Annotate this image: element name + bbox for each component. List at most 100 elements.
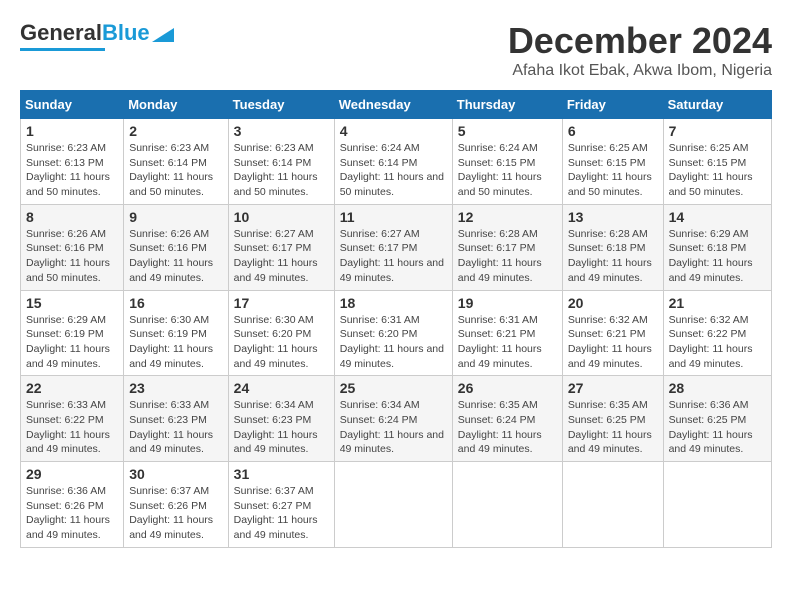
page-header: GeneralBlue December 2024 Afaha Ikot Eba… [20, 20, 772, 80]
sunset-label: Sunset: 6:15 PM [568, 157, 646, 169]
daylight-label: Daylight: 11 hours and 49 minutes. [340, 429, 444, 456]
day-info: Sunrise: 6:36 AM Sunset: 6:26 PM Dayligh… [26, 484, 118, 543]
daylight-label: Daylight: 11 hours and 49 minutes. [568, 429, 652, 456]
day-info: Sunrise: 6:28 AM Sunset: 6:18 PM Dayligh… [568, 227, 658, 286]
sunset-label: Sunset: 6:19 PM [129, 328, 207, 340]
day-number: 18 [340, 295, 447, 311]
daylight-label: Daylight: 11 hours and 49 minutes. [458, 429, 542, 456]
daylight-label: Daylight: 11 hours and 50 minutes. [340, 171, 444, 198]
sunrise-label: Sunrise: 6:23 AM [234, 142, 314, 154]
sunrise-label: Sunrise: 6:28 AM [568, 228, 648, 240]
day-number: 25 [340, 380, 447, 396]
main-title: December 2024 [508, 20, 772, 62]
table-row [452, 462, 562, 548]
table-row: 8 Sunrise: 6:26 AM Sunset: 6:16 PM Dayli… [21, 204, 124, 290]
daylight-label: Daylight: 11 hours and 49 minutes. [669, 257, 753, 284]
day-info: Sunrise: 6:23 AM Sunset: 6:14 PM Dayligh… [129, 141, 222, 200]
day-number: 3 [234, 123, 329, 139]
sunset-label: Sunset: 6:13 PM [26, 157, 104, 169]
sunset-label: Sunset: 6:22 PM [669, 328, 747, 340]
day-number: 30 [129, 466, 222, 482]
day-number: 11 [340, 209, 447, 225]
daylight-label: Daylight: 11 hours and 49 minutes. [458, 343, 542, 370]
table-row: 3 Sunrise: 6:23 AM Sunset: 6:14 PM Dayli… [228, 119, 334, 205]
day-info: Sunrise: 6:31 AM Sunset: 6:21 PM Dayligh… [458, 313, 557, 372]
sunrise-label: Sunrise: 6:26 AM [129, 228, 209, 240]
day-info: Sunrise: 6:31 AM Sunset: 6:20 PM Dayligh… [340, 313, 447, 372]
day-number: 29 [26, 466, 118, 482]
table-row: 1 Sunrise: 6:23 AM Sunset: 6:13 PM Dayli… [21, 119, 124, 205]
day-number: 4 [340, 123, 447, 139]
table-row: 11 Sunrise: 6:27 AM Sunset: 6:17 PM Dayl… [334, 204, 452, 290]
table-row: 16 Sunrise: 6:30 AM Sunset: 6:19 PM Dayl… [124, 290, 228, 376]
day-number: 1 [26, 123, 118, 139]
col-saturday: Saturday [663, 91, 771, 119]
daylight-label: Daylight: 11 hours and 50 minutes. [129, 171, 213, 198]
table-row: 26 Sunrise: 6:35 AM Sunset: 6:24 PM Dayl… [452, 376, 562, 462]
subtitle: Afaha Ikot Ebak, Akwa Ibom, Nigeria [508, 62, 772, 80]
logo-general: General [20, 20, 102, 45]
day-info: Sunrise: 6:32 AM Sunset: 6:22 PM Dayligh… [669, 313, 766, 372]
sunrise-label: Sunrise: 6:37 AM [234, 485, 314, 497]
daylight-label: Daylight: 11 hours and 49 minutes. [26, 429, 110, 456]
day-info: Sunrise: 6:24 AM Sunset: 6:15 PM Dayligh… [458, 141, 557, 200]
table-row: 29 Sunrise: 6:36 AM Sunset: 6:26 PM Dayl… [21, 462, 124, 548]
table-row: 23 Sunrise: 6:33 AM Sunset: 6:23 PM Dayl… [124, 376, 228, 462]
daylight-label: Daylight: 11 hours and 49 minutes. [234, 257, 318, 284]
day-number: 27 [568, 380, 658, 396]
daylight-label: Daylight: 11 hours and 49 minutes. [340, 343, 444, 370]
table-row [562, 462, 663, 548]
day-info: Sunrise: 6:32 AM Sunset: 6:21 PM Dayligh… [568, 313, 658, 372]
sunrise-label: Sunrise: 6:27 AM [340, 228, 420, 240]
sunset-label: Sunset: 6:24 PM [458, 414, 536, 426]
sunrise-label: Sunrise: 6:37 AM [129, 485, 209, 497]
sunset-label: Sunset: 6:17 PM [234, 242, 312, 254]
day-info: Sunrise: 6:34 AM Sunset: 6:24 PM Dayligh… [340, 398, 447, 457]
sunset-label: Sunset: 6:15 PM [669, 157, 747, 169]
col-tuesday: Tuesday [228, 91, 334, 119]
col-sunday: Sunday [21, 91, 124, 119]
day-number: 24 [234, 380, 329, 396]
sunrise-label: Sunrise: 6:24 AM [458, 142, 538, 154]
table-row: 10 Sunrise: 6:27 AM Sunset: 6:17 PM Dayl… [228, 204, 334, 290]
table-row: 21 Sunrise: 6:32 AM Sunset: 6:22 PM Dayl… [663, 290, 771, 376]
calendar-table: Sunday Monday Tuesday Wednesday Thursday… [20, 90, 772, 548]
sunrise-label: Sunrise: 6:35 AM [568, 399, 648, 411]
sunset-label: Sunset: 6:22 PM [26, 414, 104, 426]
day-info: Sunrise: 6:23 AM Sunset: 6:13 PM Dayligh… [26, 141, 118, 200]
day-number: 28 [669, 380, 766, 396]
day-number: 20 [568, 295, 658, 311]
sunrise-label: Sunrise: 6:32 AM [568, 314, 648, 326]
day-info: Sunrise: 6:29 AM Sunset: 6:18 PM Dayligh… [669, 227, 766, 286]
day-number: 26 [458, 380, 557, 396]
table-row: 20 Sunrise: 6:32 AM Sunset: 6:21 PM Dayl… [562, 290, 663, 376]
sunrise-label: Sunrise: 6:33 AM [129, 399, 209, 411]
day-info: Sunrise: 6:34 AM Sunset: 6:23 PM Dayligh… [234, 398, 329, 457]
table-row: 6 Sunrise: 6:25 AM Sunset: 6:15 PM Dayli… [562, 119, 663, 205]
sunrise-label: Sunrise: 6:36 AM [669, 399, 749, 411]
day-info: Sunrise: 6:25 AM Sunset: 6:15 PM Dayligh… [669, 141, 766, 200]
daylight-label: Daylight: 11 hours and 49 minutes. [234, 429, 318, 456]
daylight-label: Daylight: 11 hours and 49 minutes. [568, 257, 652, 284]
day-number: 10 [234, 209, 329, 225]
day-info: Sunrise: 6:35 AM Sunset: 6:24 PM Dayligh… [458, 398, 557, 457]
sunrise-label: Sunrise: 6:25 AM [568, 142, 648, 154]
daylight-label: Daylight: 11 hours and 49 minutes. [234, 343, 318, 370]
day-number: 13 [568, 209, 658, 225]
day-info: Sunrise: 6:30 AM Sunset: 6:19 PM Dayligh… [129, 313, 222, 372]
sunrise-label: Sunrise: 6:30 AM [234, 314, 314, 326]
day-info: Sunrise: 6:23 AM Sunset: 6:14 PM Dayligh… [234, 141, 329, 200]
sunset-label: Sunset: 6:20 PM [234, 328, 312, 340]
sunset-label: Sunset: 6:14 PM [129, 157, 207, 169]
sunset-label: Sunset: 6:21 PM [458, 328, 536, 340]
sunset-label: Sunset: 6:23 PM [129, 414, 207, 426]
sunset-label: Sunset: 6:23 PM [234, 414, 312, 426]
sunset-label: Sunset: 6:25 PM [669, 414, 747, 426]
day-info: Sunrise: 6:27 AM Sunset: 6:17 PM Dayligh… [340, 227, 447, 286]
sunrise-label: Sunrise: 6:35 AM [458, 399, 538, 411]
sunset-label: Sunset: 6:15 PM [458, 157, 536, 169]
table-row: 14 Sunrise: 6:29 AM Sunset: 6:18 PM Dayl… [663, 204, 771, 290]
sunrise-label: Sunrise: 6:33 AM [26, 399, 106, 411]
sunrise-label: Sunrise: 6:26 AM [26, 228, 106, 240]
day-number: 12 [458, 209, 557, 225]
